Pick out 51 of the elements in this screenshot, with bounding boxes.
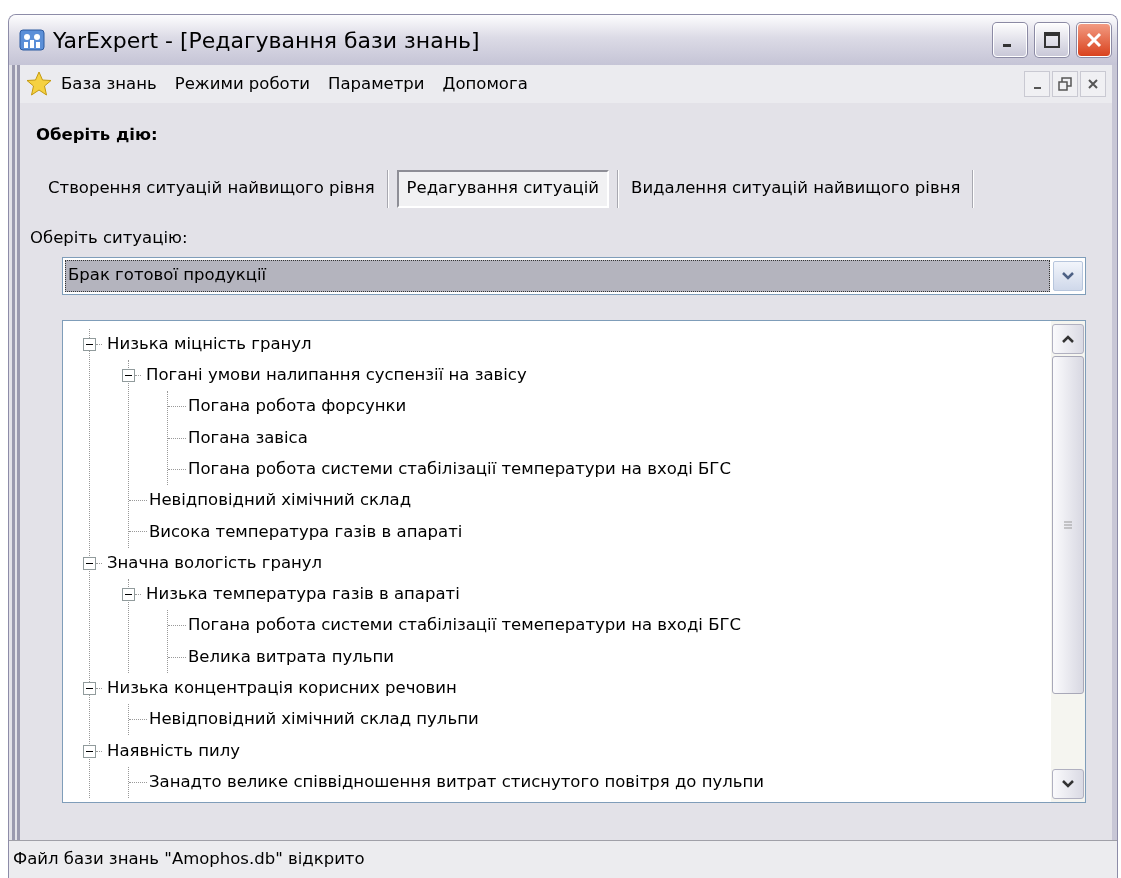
chevron-down-icon (1061, 270, 1075, 281)
scrollbar-thumb[interactable] (1052, 355, 1084, 694)
menu-item[interactable]: Параметри (319, 69, 434, 99)
tree-item[interactable]: Низька міцність гранул (105, 331, 312, 357)
situation-dropdown[interactable]: Брак готової продукції (62, 256, 1086, 295)
tab[interactable]: Видалення ситуацій найвищого рівня (619, 165, 973, 212)
star-icon (26, 71, 52, 97)
tree-item[interactable]: Погана завіса (186, 425, 308, 451)
tree-item[interactable]: Висока температура газів в апараті (147, 519, 463, 545)
tab[interactable]: Редагування ситуацій (396, 169, 610, 208)
grip-icon (1063, 519, 1073, 530)
chevron-up-icon (1061, 333, 1075, 344)
restore-icon (1058, 77, 1072, 91)
tree-item[interactable]: Погана робота системи стабілізації темеператури на вході БГС (186, 613, 742, 639)
tree-item[interactable]: Наявність пилу (105, 738, 240, 764)
tree-item[interactable]: Невідповідний хімічний склад (147, 488, 412, 513)
collapse-toggle[interactable] (83, 556, 96, 570)
tree-item[interactable]: Занадто велике співвідношення витрат стиснутого повітря до пульпи (147, 769, 764, 795)
field-label: Оберіть ситуацію: (30, 226, 189, 249)
close-icon (1087, 78, 1099, 90)
collapse-toggle[interactable] (83, 744, 96, 758)
collapse-toggle[interactable] (83, 681, 96, 695)
collapse-toggle[interactable] (122, 588, 135, 601)
tree-item[interactable]: Значна вологість гранул (105, 550, 323, 576)
scroll-down-button[interactable] (1052, 768, 1084, 799)
scroll-up-button[interactable] (1052, 323, 1084, 354)
collapse-toggle[interactable] (122, 368, 135, 382)
app-icon (19, 28, 45, 52)
tab[interactable]: Створення ситуацій найвищого рівня (36, 165, 387, 212)
restore-button[interactable] (1052, 71, 1078, 97)
tree-item[interactable]: Погані умови налипання суспензії на завісу (144, 363, 527, 388)
tree-item[interactable]: Погана робота системи стабілізації температури на вході БГС (186, 456, 731, 482)
menu-item[interactable]: Режими роботи (165, 69, 320, 99)
menu-item[interactable]: Допомога (433, 69, 537, 99)
minimize-icon (1003, 44, 1011, 47)
window-title: YarExpert - [Редагування бази знань] (53, 26, 481, 55)
maximize-icon (1043, 31, 1061, 49)
tree-item[interactable]: Невідповідний хімічний склад пульпи (147, 707, 479, 733)
section-label: Оберіть дію: (36, 124, 159, 146)
menu-item[interactable]: База знань (52, 69, 166, 99)
maximize-button[interactable] (1035, 23, 1069, 57)
minimize-icon (1033, 87, 1041, 89)
close-icon (1085, 31, 1103, 49)
tree-item[interactable]: Низька концентрація корисних речовин (105, 676, 457, 701)
tree-item[interactable]: Велика витрата пульпи (186, 644, 394, 670)
status-text: Файл бази знань "Amophos.db" відкрито (13, 848, 365, 871)
tree-item[interactable]: Низька температура газів в апараті (144, 582, 460, 607)
tree-item[interactable]: Погана робота форсунки (186, 394, 407, 420)
close-button[interactable] (1080, 71, 1106, 97)
collapse-toggle[interactable] (83, 337, 96, 351)
chevron-down-icon (1061, 778, 1075, 789)
